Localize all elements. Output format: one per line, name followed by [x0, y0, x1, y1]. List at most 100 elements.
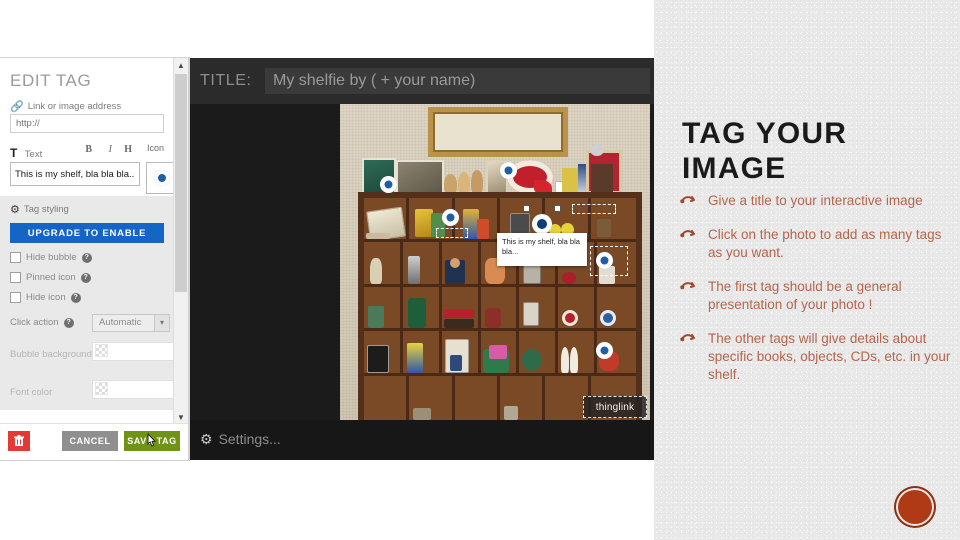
list-item-label: Give a title to your interactive image — [708, 193, 923, 208]
tag-text-input[interactable] — [10, 162, 140, 186]
panel-scrollbar[interactable]: ▲ ▼ — [173, 58, 188, 424]
title-row: TITLE: — [200, 68, 650, 94]
photo-object — [413, 408, 432, 420]
photo-object — [368, 306, 384, 329]
editor-title-bar: TITLE: — [187, 58, 654, 104]
shelf-cell — [519, 331, 559, 373]
shelf-row — [364, 286, 636, 332]
settings-label: Settings... — [218, 431, 281, 447]
title-input[interactable] — [265, 68, 650, 94]
tag-dot[interactable] — [380, 176, 397, 193]
shelf-cell — [480, 331, 520, 373]
scroll-down-button[interactable]: ▼ — [174, 410, 188, 424]
upgrade-to-enable-button[interactable]: UPGRADE TO ENABLE — [10, 223, 164, 243]
tag-dot[interactable] — [500, 162, 517, 179]
shelf-cell — [364, 286, 403, 329]
italic-button[interactable]: I — [109, 144, 112, 155]
help-icon[interactable]: ? — [81, 252, 92, 263]
list-item-label: The other tags will give details about s… — [708, 331, 951, 382]
bullet-marker-icon — [680, 332, 698, 345]
page-title: Tag your image — [682, 117, 848, 185]
heading-button[interactable]: H — [124, 144, 132, 155]
photo-object — [443, 319, 474, 329]
photo-object — [523, 263, 542, 284]
gear-icon: ⚙ — [200, 431, 213, 447]
shelf-cell — [480, 286, 520, 329]
text-field-label: Text — [24, 149, 43, 160]
chevron-down-icon[interactable]: ▾ — [154, 314, 169, 331]
selected-tag-marker[interactable] — [532, 214, 552, 234]
font-color-swatch[interactable] — [92, 380, 174, 399]
resize-handle[interactable] — [523, 205, 530, 212]
icon-picker-button[interactable] — [146, 162, 174, 194]
photo-object — [367, 344, 389, 373]
panel-title: EDIT TAG — [10, 71, 92, 90]
photo-object — [407, 298, 426, 329]
bubble-background-swatch[interactable] — [92, 342, 174, 361]
tag-bubble: This is my shelf, bla bla bla... — [497, 233, 587, 266]
shelf-cell — [441, 286, 481, 329]
shelf-cell — [364, 375, 410, 420]
scrollbar-thumb[interactable] — [175, 74, 187, 292]
tag-dot[interactable] — [442, 209, 459, 226]
shelf-cell — [441, 331, 481, 373]
shelf-top-objects — [362, 144, 630, 194]
shelf-photo[interactable]: thinglink — [340, 104, 650, 420]
photo-object — [370, 257, 382, 284]
shelf-cell — [558, 331, 598, 373]
pinned-icon-checkbox[interactable] — [10, 272, 21, 283]
shelf-cell — [364, 331, 403, 373]
list-item-label: Click on the photo to add as many tags a… — [708, 227, 942, 260]
photo-object — [406, 342, 423, 373]
scroll-up-button[interactable]: ▲ — [174, 58, 188, 72]
hide-bubble-row[interactable]: Hide bubble ? — [10, 252, 174, 263]
photo-object — [562, 271, 577, 284]
photo-object — [458, 172, 470, 194]
click-action-value: Automatic — [99, 317, 142, 328]
shelf-cell — [402, 286, 442, 329]
link-input[interactable] — [10, 114, 164, 133]
decorative-circle — [898, 490, 932, 524]
click-action-row: Click action ? Automatic ▾ — [10, 313, 174, 332]
tag-selection-outline — [572, 204, 616, 214]
text-icon: T — [10, 146, 18, 160]
photo-object — [471, 170, 483, 194]
photo-object — [503, 406, 518, 420]
hide-bubble-checkbox[interactable] — [10, 252, 21, 263]
hide-icon-checkbox[interactable] — [10, 292, 21, 303]
hide-bubble-label: Hide bubble — [26, 252, 77, 263]
shelf-cell — [402, 242, 442, 284]
pinned-icon-row[interactable]: Pinned icon ? — [10, 272, 174, 283]
shelf-cell — [402, 331, 442, 373]
list-item: Click on the photo to add as many tags a… — [676, 226, 954, 262]
bubble-background-row: Bubble background — [10, 342, 174, 366]
shelf-cell — [409, 375, 455, 420]
transparent-swatch-icon — [95, 382, 108, 395]
bold-button[interactable]: B — [85, 144, 92, 155]
photo-object — [590, 144, 604, 156]
title-label: TITLE: — [200, 72, 252, 89]
screenshot-root: Tag your image Give a title to your inte… — [0, 0, 960, 540]
tag-dot[interactable] — [596, 342, 613, 359]
shelf-grid — [358, 192, 642, 420]
photo-object — [488, 344, 507, 359]
photo-object — [449, 354, 462, 371]
help-icon[interactable]: ? — [63, 317, 74, 328]
help-icon[interactable]: ? — [70, 292, 81, 303]
photo-object — [570, 346, 579, 373]
photo-object — [444, 174, 457, 194]
list-item: Give a title to your interactive image — [676, 192, 954, 210]
bullet-marker-icon — [680, 194, 698, 207]
shelf-cell — [454, 375, 500, 420]
delete-tag-button[interactable] — [8, 431, 30, 451]
shelf-row — [364, 331, 636, 376]
editor-canvas[interactable]: thinglink This is my shelf, bla bla bla.… — [187, 104, 654, 420]
photo-object — [449, 257, 460, 268]
settings-button[interactable]: ⚙ Settings... — [200, 431, 281, 448]
hide-icon-row[interactable]: Hide icon ? — [10, 292, 174, 303]
gear-icon: ⚙ — [10, 204, 20, 216]
click-action-select[interactable]: Automatic ▾ — [92, 313, 170, 332]
help-icon[interactable]: ? — [80, 272, 91, 283]
resize-handle[interactable] — [554, 205, 561, 212]
cancel-button[interactable]: CANCEL — [62, 431, 118, 451]
